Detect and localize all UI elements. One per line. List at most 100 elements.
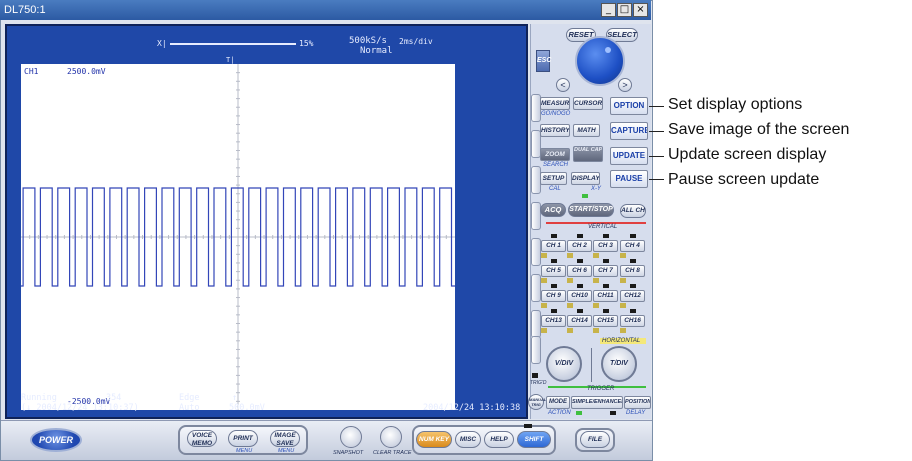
horizontal-label: HORIZONTAL — [602, 338, 641, 344]
channel-top-scale: 2500.0mV — [67, 67, 106, 76]
channel-color-tag-1 — [541, 253, 547, 258]
channel-button-8[interactable]: CH 8 — [620, 265, 645, 277]
channel-led-2 — [577, 234, 583, 238]
channel-button-14[interactable]: CH14 — [567, 315, 592, 327]
channel-button-11[interactable]: CH11 — [593, 290, 618, 302]
delay-label: DELAY — [626, 410, 646, 416]
history-button[interactable]: HISTORY — [540, 124, 570, 137]
action-label: ACTION — [548, 410, 571, 416]
channel-button-5[interactable]: CH 5 — [541, 265, 566, 277]
channel-led-11 — [603, 284, 609, 288]
option-button[interactable]: OPTION — [610, 97, 648, 115]
waveform-plot: CH1 2500.0mV -2500.0mV — [21, 64, 455, 410]
measure-button[interactable]: MEASURE — [540, 97, 570, 110]
window-controls: _ □ × — [601, 3, 648, 17]
image-save-menu-label: MENU — [278, 448, 295, 454]
channel-color-tag-12 — [620, 303, 626, 308]
capture-button[interactable]: CAPTURE — [610, 122, 648, 140]
display-button[interactable]: DISPLAY — [571, 172, 600, 185]
clear-trace-button[interactable] — [380, 426, 402, 448]
channel-color-tag-4 — [620, 253, 626, 258]
clear-trace-label: CLEAR TRACE — [373, 450, 412, 456]
position-button[interactable]: POSITION — [624, 396, 651, 409]
channel-color-tag-8 — [620, 278, 626, 283]
channel-button-1[interactable]: CH 1 — [541, 240, 566, 252]
channel-color-tag-3 — [593, 253, 599, 258]
softkey-8[interactable] — [531, 336, 541, 364]
channel-button-6[interactable]: CH 6 — [567, 265, 592, 277]
help-button[interactable]: HELP — [484, 431, 514, 448]
left-arrow-button[interactable]: < — [556, 78, 570, 92]
waveform-svg — [21, 64, 455, 410]
dual-capture-button[interactable]: DUAL CAPTURE — [573, 146, 603, 162]
start-timestamp: (↓ 2004/12/24 13:10:37) — [21, 403, 139, 413]
jog-shuttle-knob[interactable] — [575, 36, 625, 86]
xy-led — [582, 194, 588, 198]
pause-callout-line — [649, 179, 664, 180]
trigger-level: 500.0mV — [229, 403, 265, 413]
action-led — [576, 411, 582, 415]
channel-led-10 — [577, 284, 583, 288]
setup-button[interactable]: SETUP — [540, 172, 567, 185]
channel-color-tag-11 — [593, 303, 599, 308]
channel-button-10[interactable]: CH10 — [567, 290, 592, 302]
pause-button[interactable]: PAUSE — [610, 170, 648, 188]
num-key-button[interactable]: NUM KEY — [416, 431, 452, 448]
channel-button-2[interactable]: CH 2 — [567, 240, 592, 252]
all-ch-button[interactable]: ALL CH — [620, 204, 646, 218]
channel-button-4[interactable]: CH 4 — [620, 240, 645, 252]
trigd-led — [532, 373, 538, 378]
cursor-button[interactable]: CURSOR — [573, 97, 603, 110]
channel-button-13[interactable]: CH13 — [541, 315, 566, 327]
trigger-label: TRIGGER — [587, 386, 615, 392]
update-button[interactable]: UPDATE — [610, 147, 648, 165]
simple-enhanced-button[interactable]: SIMPLE/ENHANCED — [571, 396, 623, 409]
mode-button[interactable]: MODE — [546, 396, 570, 409]
minimize-button[interactable]: _ — [601, 3, 616, 17]
channel-led-9 — [551, 284, 557, 288]
snapshot-button[interactable] — [340, 426, 362, 448]
capture-callout-line — [649, 131, 664, 132]
channel-button-3[interactable]: CH 3 — [593, 240, 618, 252]
softkey-5[interactable] — [531, 238, 541, 266]
misc-button[interactable]: MISC — [455, 431, 481, 448]
start-stop-button[interactable]: START/STOP — [568, 203, 614, 217]
print-button[interactable]: PRINT — [228, 430, 258, 447]
acq-button[interactable]: ACQ — [540, 203, 566, 217]
channel-led-5 — [551, 259, 557, 263]
math-button[interactable]: MATH — [573, 124, 600, 137]
tdiv-knob[interactable]: T/DIV — [601, 346, 637, 382]
right-arrow-button[interactable]: > — [618, 78, 632, 92]
power-button[interactable]: POWER — [30, 428, 82, 452]
esc-button[interactable]: ESC — [536, 50, 551, 72]
zoom-button[interactable]: ZOOM — [540, 148, 570, 161]
window-title: DL750:1 — [4, 4, 46, 16]
softkey-4[interactable] — [531, 202, 541, 230]
window-titlebar[interactable]: DL750:1 _ □ × — [0, 0, 651, 20]
channel-button-12[interactable]: CH12 — [620, 290, 645, 302]
trigd-label: TRIG'D — [530, 380, 547, 386]
waveform-screen: X| 15% 500kS/s 2ms/div Normal T| CH1 250… — [7, 26, 526, 417]
channel-button-16[interactable]: CH16 — [620, 315, 645, 327]
maximize-button[interactable]: □ — [617, 3, 632, 17]
channel-button-15[interactable]: CH15 — [593, 315, 618, 327]
voice-memo-button[interactable]: VOICE MEMO — [187, 430, 217, 447]
softkey-7[interactable] — [531, 310, 541, 338]
channel-led-14 — [577, 309, 583, 313]
trigger-type: Edge — [179, 393, 200, 403]
file-button[interactable]: FILE — [580, 431, 610, 448]
channel-button-7[interactable]: CH 7 — [593, 265, 618, 277]
channel-led-16 — [630, 309, 636, 313]
channel-button-9[interactable]: CH 9 — [541, 290, 566, 302]
channel-led-1 — [551, 234, 557, 238]
zoom-indicator-left: X| — [157, 39, 167, 48]
shift-button[interactable]: SHIFT — [517, 431, 551, 448]
vdiv-knob[interactable]: V/DIV — [546, 346, 582, 382]
close-button[interactable]: × — [633, 3, 648, 17]
manual-trig-button[interactable]: MANUAL TRIG — [528, 394, 546, 410]
channel-led-7 — [603, 259, 609, 263]
image-save-button[interactable]: IMAGE SAVE — [270, 430, 300, 447]
softkey-6[interactable] — [531, 274, 541, 302]
knob-divider — [591, 348, 592, 382]
channel-color-tag-6 — [567, 278, 573, 283]
